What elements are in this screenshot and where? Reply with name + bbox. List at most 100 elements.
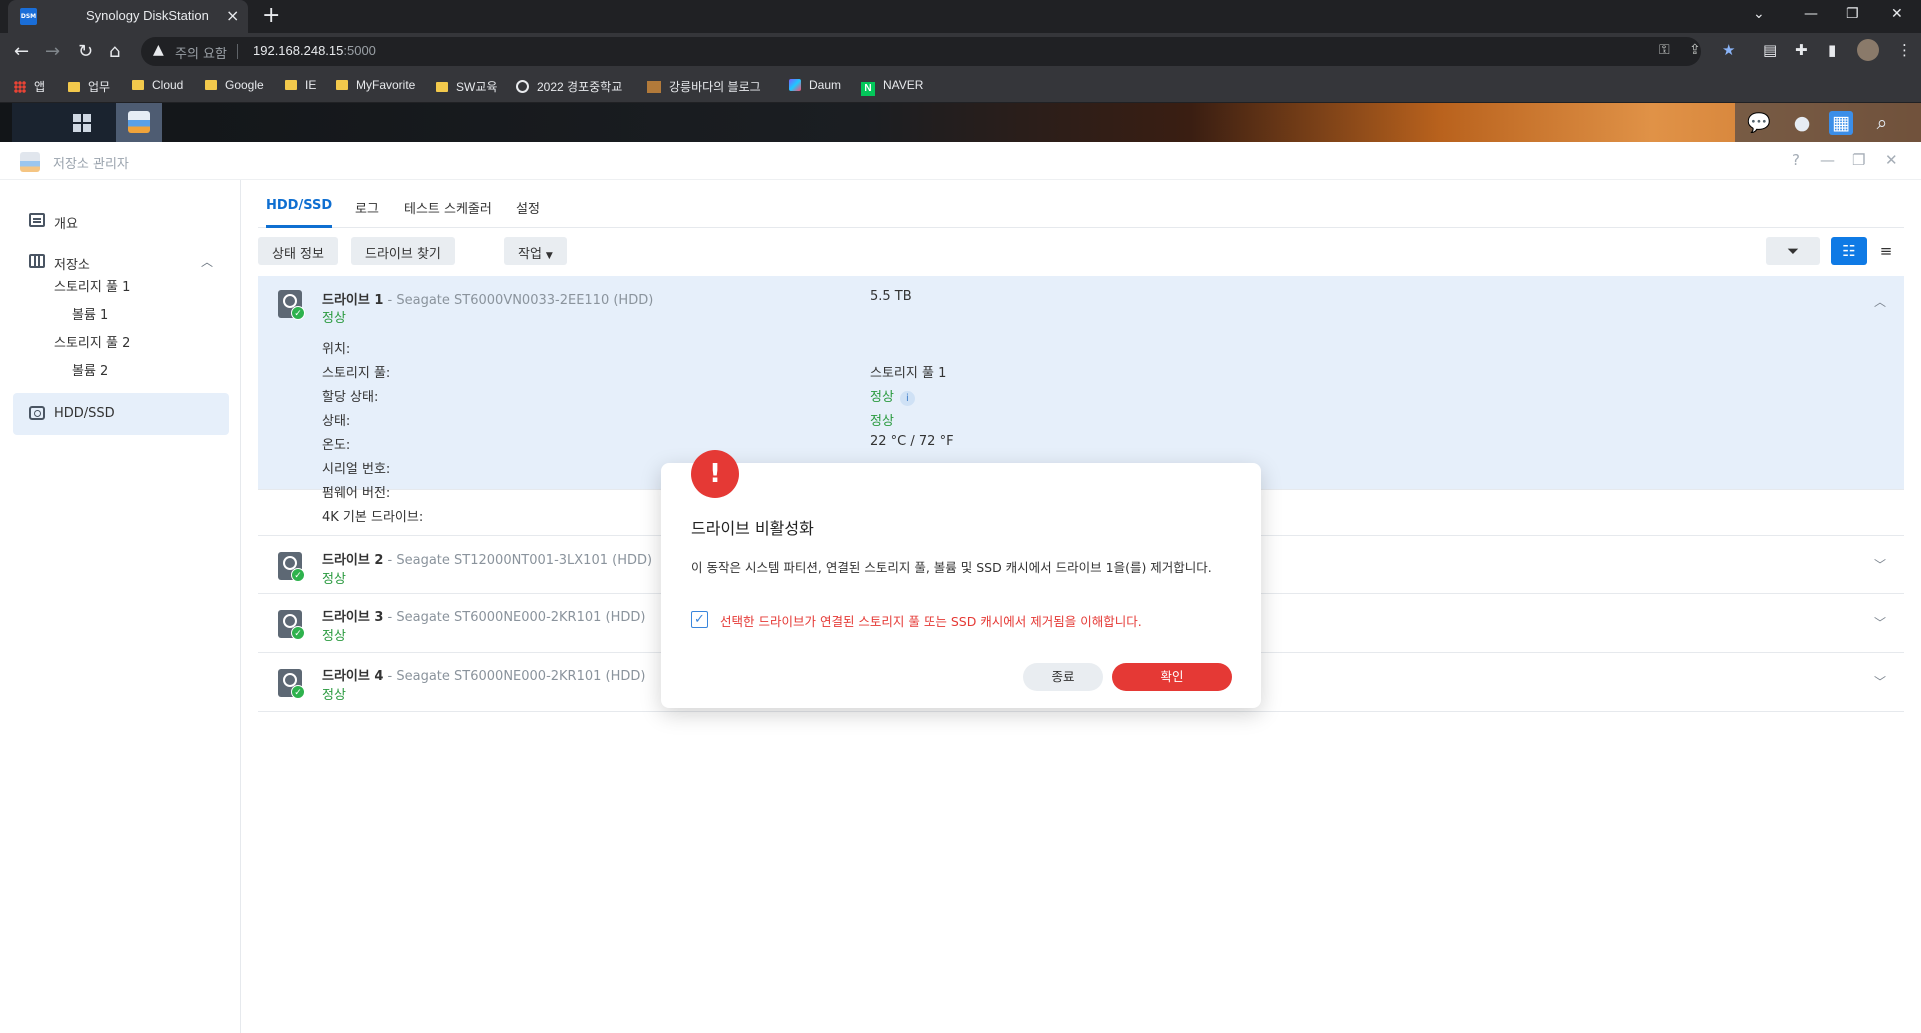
extension-printer-icon[interactable]: ▤	[1763, 41, 1777, 59]
close-icon[interactable]: ✕	[1885, 151, 1898, 169]
pool-label: 스토리지 풀:	[322, 366, 391, 381]
info-icon[interactable]: i	[899, 391, 915, 406]
storage-manager-taskbar-button[interactable]	[116, 103, 162, 142]
tab-settings[interactable]: 설정	[516, 198, 540, 217]
confirm-button[interactable]: 확인	[1112, 663, 1232, 691]
sidebar-item-hdd-ssd[interactable]: HDD/SSD	[13, 393, 229, 435]
close-tab-icon[interactable]: ×	[226, 6, 239, 25]
dsm-favicon-icon: DSM	[20, 8, 37, 25]
main-menu-button[interactable]	[59, 103, 105, 142]
sidebar-item-pool-1[interactable]: 스토리지 풀 1	[54, 276, 130, 295]
temperature-value: 22 °C / 72 °F	[870, 434, 954, 449]
chevron-down-icon[interactable]: ﹀	[1874, 614, 1886, 631]
hdd-icon	[29, 406, 45, 420]
security-warning-text[interactable]: 주의 요함	[175, 43, 227, 62]
omnibox[interactable]: ▲ 주의 요함 192.168.248.15:5000 ⚿ ⇪	[141, 37, 1701, 66]
url-text[interactable]: 192.168.248.15:5000	[253, 43, 376, 58]
list-view-button[interactable]: ≡	[1868, 237, 1904, 265]
list-detail-icon: ☷	[1842, 242, 1856, 260]
bookmark-folder[interactable]: 업무	[68, 78, 110, 95]
taskbar-right-group: 💬 ● ▦ ⌕	[1735, 103, 1921, 142]
temperature-label: 온도:	[322, 438, 351, 453]
apps-grid-icon	[14, 81, 26, 93]
bookmark-folder[interactable]: IE	[285, 78, 316, 92]
warning-icon[interactable]: ▲	[153, 42, 164, 58]
chevron-up-icon[interactable]: ︿	[1874, 293, 1886, 310]
address-toolbar: ← → ↻ ⌂ ▲ 주의 요함 192.168.248.15:5000 ⚿ ⇪ …	[0, 33, 1921, 70]
restore-window-icon[interactable]: ❐	[1846, 6, 1859, 22]
state-value: 정상	[870, 414, 894, 429]
forward-icon[interactable]: →	[45, 41, 60, 62]
new-tab-button[interactable]: +	[262, 3, 280, 28]
tab-hdd-ssd[interactable]: HDD/SSD	[266, 198, 332, 213]
allocation-value: 정상 i	[870, 386, 915, 406]
url-port: :5000	[343, 43, 376, 58]
sidebar-item-label: HDD/SSD	[54, 406, 115, 421]
deactivate-drive-dialog: ! 드라이브 비활성화 이 동작은 시스템 파티션, 연결된 스토리지 풀, 볼…	[661, 450, 1261, 708]
confirm-checkbox-label[interactable]: 선택한 드라이브가 연결된 스토리지 풀 또는 SSD 캐시에서 제거됨을 이해…	[720, 611, 1142, 630]
bookmark-link[interactable]: 2022 경포중학교	[516, 78, 622, 95]
bookmark-folder[interactable]: Google	[205, 78, 264, 92]
bookmark-link[interactable]: Daum	[789, 78, 841, 92]
help-icon[interactable]: ?	[1792, 151, 1800, 169]
close-window-icon[interactable]: ✕	[1891, 6, 1903, 22]
minimize-icon[interactable]: —	[1820, 151, 1835, 169]
sidebar-item-volume-1[interactable]: 볼륨 1	[72, 304, 108, 323]
drive-status: 정상	[322, 572, 346, 587]
naver-icon: N	[861, 82, 875, 96]
dsm-taskbar: 💬 ● ▦ ⌕	[0, 103, 1921, 142]
bookmark-apps[interactable]: 앱	[14, 78, 45, 95]
back-icon[interactable]: ←	[14, 41, 29, 62]
taskbar-left-group	[12, 103, 162, 142]
pool-value: 스토리지 풀 1	[870, 366, 947, 381]
blog-icon	[647, 81, 661, 93]
chevron-down-icon[interactable]: ﹀	[1874, 673, 1886, 690]
tab-test-scheduler[interactable]: 테스트 스케줄러	[404, 198, 492, 217]
tab-log[interactable]: 로그	[355, 198, 379, 217]
status-info-button[interactable]: 상태 정보	[258, 237, 338, 265]
main-menu-grid-icon	[73, 114, 91, 132]
browser-menu-icon[interactable]: ⋮	[1897, 41, 1912, 59]
confirm-checkbox[interactable]: ✓	[691, 611, 708, 628]
bookmark-link[interactable]: N NAVER	[861, 78, 923, 96]
drive-size: 5.5 TB	[870, 289, 912, 304]
sidebar-item-overview[interactable]: 개요	[13, 200, 229, 242]
serial-label: 시리얼 번호:	[322, 462, 391, 477]
extensions-puzzle-icon[interactable]: ✚	[1795, 41, 1808, 59]
drive-row[interactable]: ✓ 드라이브 1 - Seagate ST6000VN0033-2EE110 (…	[258, 276, 1904, 501]
4k-native-label: 4K 기본 드라이브:	[322, 510, 424, 525]
bookmark-star-icon[interactable]: ★	[1722, 41, 1735, 59]
chevron-down-icon[interactable]: ﹀	[1874, 556, 1886, 573]
bookmark-folder[interactable]: Cloud	[132, 78, 183, 92]
notifications-chat-icon[interactable]: 💬	[1747, 111, 1771, 135]
tab-search-icon[interactable]: ⌄	[1753, 6, 1765, 22]
cancel-button[interactable]: 종료	[1023, 663, 1103, 691]
profile-avatar[interactable]	[1857, 39, 1879, 61]
minimize-window-icon[interactable]: —	[1804, 6, 1818, 22]
restore-icon[interactable]: ❐	[1852, 151, 1865, 169]
drive-name: 드라이브 2 - Seagate ST12000NT001-3LX101 (HD…	[322, 553, 653, 568]
search-icon[interactable]: ⌕	[1870, 111, 1894, 135]
chevron-up-icon[interactable]: ︿	[201, 253, 213, 270]
share-icon[interactable]: ⇪	[1689, 42, 1701, 58]
list-detail-view-button[interactable]: ☷	[1831, 237, 1867, 265]
find-drive-button[interactable]: 드라이브 찾기	[351, 237, 455, 265]
sidebar-item-pool-2[interactable]: 스토리지 풀 2	[54, 332, 130, 351]
action-dropdown[interactable]: 작업 ▼	[504, 237, 567, 265]
browser-tab[interactable]: DSM Synology DiskStation ×	[8, 0, 248, 33]
user-icon[interactable]: ●	[1790, 111, 1814, 135]
side-panel-icon[interactable]: ▮	[1828, 41, 1836, 59]
folder-icon	[436, 82, 448, 92]
sidebar-item-volume-2[interactable]: 볼륨 2	[72, 360, 108, 379]
widgets-icon[interactable]: ▦	[1829, 111, 1853, 135]
key-icon[interactable]: ⚿	[1659, 42, 1670, 58]
healthy-check-icon: ✓	[291, 306, 305, 320]
bookmark-link[interactable]: 강릉바다의 블로그	[647, 78, 761, 95]
url-host: 192.168.248.15	[253, 43, 344, 58]
reload-icon[interactable]: ↻	[78, 41, 93, 62]
dialog-message: 이 동작은 시스템 파티션, 연결된 스토리지 풀, 볼륨 및 SSD 캐시에서…	[691, 560, 1212, 575]
home-icon[interactable]: ⌂	[109, 41, 120, 62]
bookmark-folder[interactable]: SW교육	[436, 78, 497, 95]
filter-button[interactable]: ⏷	[1766, 237, 1820, 265]
bookmark-folder[interactable]: MyFavorite	[336, 78, 415, 92]
